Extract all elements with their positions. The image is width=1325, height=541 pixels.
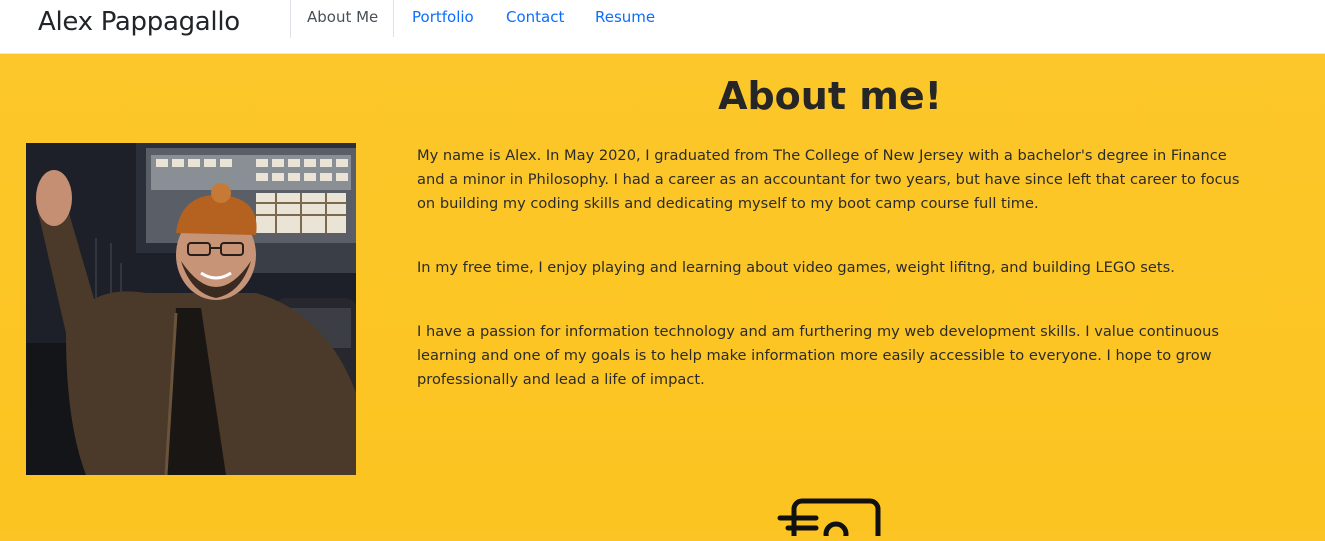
nav-divider — [290, 0, 291, 38]
bio-paragraph: I have a passion for information technol… — [417, 323, 1219, 388]
profile-photo — [26, 143, 356, 475]
page-title: About me! — [718, 74, 942, 118]
document-icon — [776, 496, 886, 541]
tab-about-me[interactable]: About Me — [307, 0, 395, 37]
about-section: About me! My name is Alex. In May 2020, … — [0, 54, 1325, 541]
brand-link[interactable]: Alex Pappagallo — [38, 7, 240, 37]
navbar: Alex Pappagallo About Me Portfolio Conta… — [0, 0, 1325, 54]
bio-paragraph: My name is Alex. In May 2020, I graduate… — [417, 147, 1240, 212]
tab-portfolio[interactable]: Portfolio — [412, 0, 474, 37]
tab-resume[interactable]: Resume — [595, 0, 655, 37]
bio-text: My name is Alex. In May 2020, I graduate… — [417, 144, 1257, 432]
bio-paragraph: In my free time, I enjoy playing and lea… — [417, 259, 1175, 276]
tab-contact[interactable]: Contact — [506, 0, 564, 37]
